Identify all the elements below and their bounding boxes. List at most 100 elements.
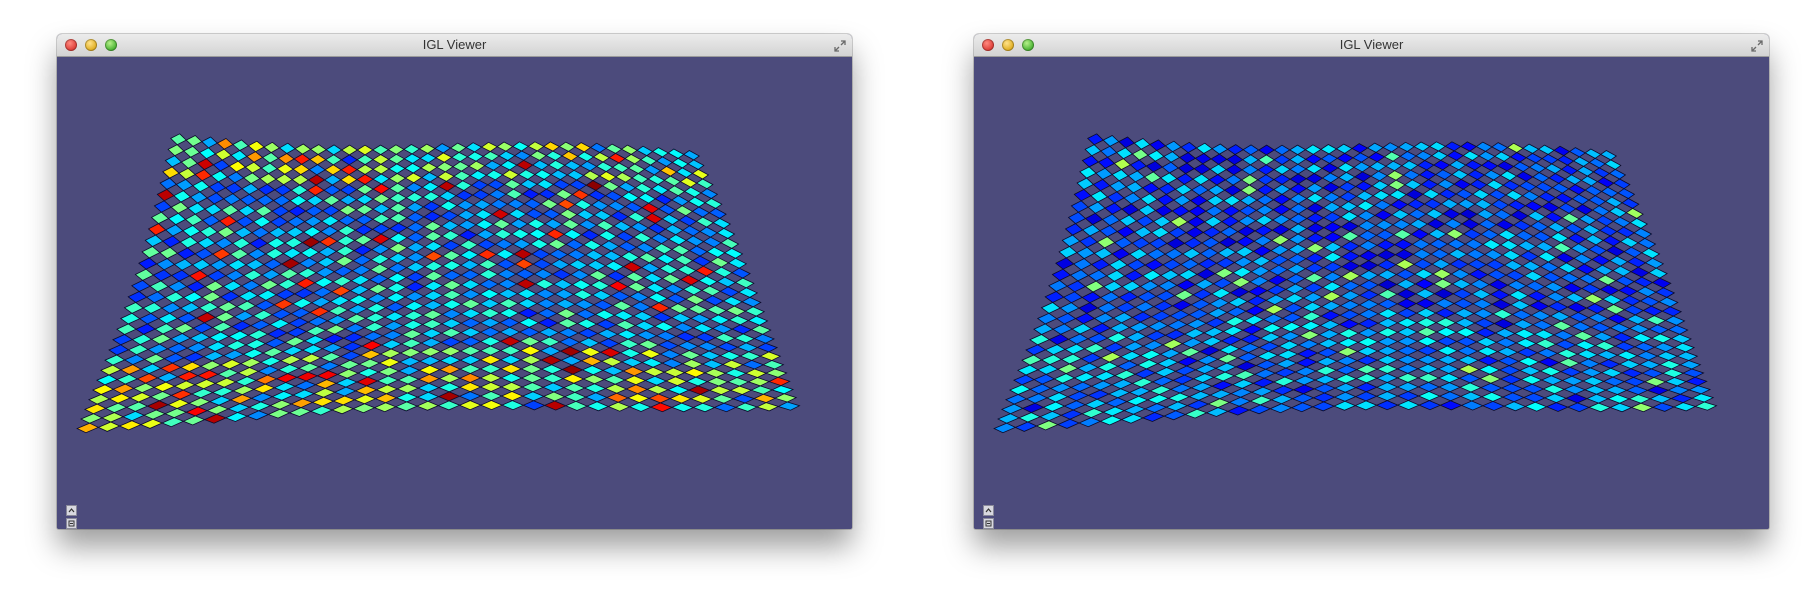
mesh-face <box>232 385 255 396</box>
mesh-face <box>1211 143 1229 155</box>
mesh-face <box>1643 377 1667 387</box>
mesh-face <box>291 174 310 186</box>
mesh-face <box>499 345 522 356</box>
mesh-face <box>1157 280 1178 292</box>
mesh-face <box>498 298 520 309</box>
mesh-face <box>561 364 584 375</box>
chevron-up-icon[interactable] <box>66 505 77 516</box>
fullscreen-icon[interactable] <box>834 39 846 52</box>
mesh-face <box>1176 356 1199 367</box>
mesh-face <box>1294 366 1317 377</box>
mesh-face <box>406 221 425 233</box>
mesh-face <box>1133 138 1151 150</box>
mesh-face <box>450 151 469 163</box>
mesh-face <box>1483 249 1504 261</box>
mesh-face <box>1219 226 1239 238</box>
mesh-face <box>498 317 521 328</box>
settings-icon[interactable] <box>66 518 77 529</box>
mesh-face <box>1205 317 1227 328</box>
mesh-face <box>194 247 214 260</box>
mesh-face <box>521 188 540 200</box>
mesh-face <box>228 160 247 173</box>
mesh-face <box>1062 291 1083 304</box>
mesh-face <box>566 169 585 181</box>
mesh-face <box>661 214 680 226</box>
mesh-face <box>679 177 698 188</box>
mesh-face <box>519 336 541 347</box>
mesh-face <box>1288 233 1308 245</box>
mesh-face <box>1434 298 1455 309</box>
mesh-face <box>1079 235 1098 248</box>
mesh-face <box>187 397 211 408</box>
chevron-up-icon[interactable] <box>983 505 994 516</box>
mesh-face <box>333 265 354 277</box>
mesh-face <box>656 253 676 265</box>
mesh-face <box>711 394 735 404</box>
mesh-face <box>1580 283 1602 295</box>
mesh-face <box>1357 210 1376 222</box>
mesh-face <box>214 237 234 250</box>
mesh-face <box>1118 136 1135 149</box>
mesh-face <box>1067 333 1089 345</box>
mesh-face <box>279 354 302 365</box>
mesh-face <box>1506 142 1524 153</box>
mesh-face <box>1134 368 1157 379</box>
mesh-face <box>167 398 190 409</box>
mesh-face <box>542 391 566 402</box>
mesh-face <box>552 278 574 290</box>
mesh-face <box>496 258 516 270</box>
mesh-surface[interactable] <box>974 57 1769 529</box>
mesh-face <box>1081 291 1102 304</box>
mesh-face <box>1496 346 1519 357</box>
mesh-face <box>460 298 482 310</box>
mesh-face <box>540 355 563 366</box>
mesh-face <box>1064 343 1086 355</box>
settings-icon[interactable] <box>983 518 994 529</box>
mesh-face <box>1169 309 1190 321</box>
mesh-face <box>1640 247 1661 259</box>
mesh-face <box>182 415 206 426</box>
mesh-face <box>1208 174 1227 186</box>
mesh-face <box>622 366 645 377</box>
mesh-face <box>288 317 310 328</box>
mesh-face <box>1396 400 1421 411</box>
mesh-face <box>1499 170 1518 182</box>
mesh-face <box>661 273 682 285</box>
mesh-face <box>1096 361 1119 372</box>
mesh-face <box>645 282 666 294</box>
mesh-viewport[interactable] <box>57 57 852 529</box>
mesh-face <box>459 336 482 347</box>
mesh-face <box>1600 367 1624 378</box>
mesh-face <box>1120 413 1144 424</box>
mesh-face <box>1440 198 1459 210</box>
title-bar[interactable]: IGL Viewer <box>974 34 1769 57</box>
title-bar[interactable]: IGL Viewer <box>57 34 852 57</box>
mesh-face <box>649 302 671 313</box>
mesh-face <box>1154 367 1177 378</box>
mesh-face <box>1416 326 1438 338</box>
mesh-face <box>304 205 324 217</box>
mesh-face <box>1220 335 1243 346</box>
mesh-face <box>356 164 374 175</box>
mesh-viewport[interactable] <box>974 57 1769 529</box>
mesh-face <box>667 185 686 197</box>
mesh-face <box>1289 144 1307 156</box>
mesh-face <box>142 302 163 314</box>
mesh-face <box>1137 204 1157 217</box>
mesh-face <box>342 332 365 343</box>
mesh-face <box>1376 239 1396 251</box>
mesh-face <box>1395 259 1415 270</box>
mesh-face <box>500 372 523 383</box>
mesh-face <box>1570 321 1592 332</box>
mesh-face <box>139 363 162 375</box>
mesh-face <box>173 322 195 334</box>
mesh-face <box>201 136 218 149</box>
mesh-face <box>1109 180 1127 193</box>
mesh-face <box>1387 179 1406 191</box>
mesh-face <box>1512 220 1532 232</box>
mesh-face <box>500 160 518 171</box>
fullscreen-icon[interactable] <box>1751 39 1763 52</box>
mesh-surface[interactable] <box>57 57 852 529</box>
mesh-face <box>459 239 479 251</box>
mesh-face <box>1580 175 1599 187</box>
